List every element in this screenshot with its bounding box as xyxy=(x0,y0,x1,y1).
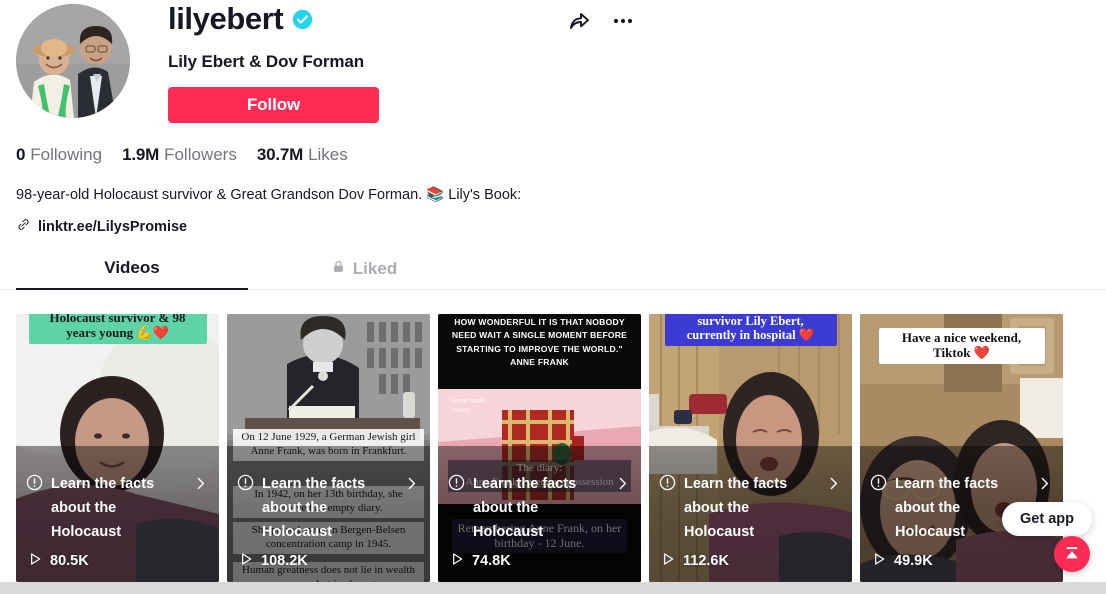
chevron-right-icon xyxy=(614,475,631,497)
play-triangle-icon xyxy=(660,551,676,571)
play-triangle-icon xyxy=(238,551,254,571)
stat-following[interactable]: 0 Following xyxy=(16,145,102,165)
scroll-to-top-button[interactable] xyxy=(1054,536,1090,572)
learn-facts-label: Learn the facts about the Holocaust xyxy=(895,476,999,540)
lock-icon xyxy=(331,259,346,279)
avatar[interactable] xyxy=(16,4,130,118)
follow-button[interactable]: Follow xyxy=(168,87,379,123)
learn-facts-label: Learn the facts about the Holocaust xyxy=(51,476,155,540)
learn-facts-banner[interactable]: Learn the facts about the Holocaust xyxy=(448,472,633,544)
stat-label: Followers xyxy=(164,145,237,164)
more-ellipsis-icon[interactable] xyxy=(610,8,636,34)
video-card[interactable]: survivor Lily Ebert, currently in hospit… xyxy=(649,314,852,582)
stat-value: 30.7M xyxy=(256,145,304,164)
stat-value: 1.9M xyxy=(122,145,160,164)
get-app-button[interactable]: Get app xyxy=(1002,502,1092,536)
info-circle-icon xyxy=(870,474,887,496)
thumbnail-caption: HOW WONDERFUL IT IS THAT NOBODY NEED WAI… xyxy=(451,317,628,367)
verified-check-icon xyxy=(292,9,313,30)
header-actions xyxy=(566,8,636,34)
tiktok-profile-page: lilyebert Lily Ebert & Dov Forman Follow xyxy=(0,0,1106,594)
learn-facts-banner[interactable]: Learn the facts about the Holocaust xyxy=(237,472,422,544)
view-count: 74.8K xyxy=(449,551,511,571)
view-count-value: 112.6K xyxy=(683,553,729,569)
bio-text: 98-year-old Holocaust survivor & Great G… xyxy=(16,187,522,203)
stat-value: 0 xyxy=(16,145,26,164)
profile-header: lilyebert Lily Ebert & Dov Forman Follow xyxy=(0,0,1106,123)
profile-link-text: linktr.ee/LilysPromise xyxy=(38,218,188,235)
display-name: Lily Ebert & Dov Forman xyxy=(168,52,365,71)
video-grid: Holocaust survivor & 98 years young 💪❤️ … xyxy=(16,314,1063,582)
thumbnail-caption: Have a nice weekend, Tiktok ❤️ xyxy=(878,328,1045,364)
link-chain-icon xyxy=(16,217,31,236)
stat-label: Following xyxy=(30,145,103,164)
info-circle-icon xyxy=(237,474,254,496)
learn-facts-label: Learn the facts about the Holocaust xyxy=(262,476,366,540)
video-card[interactable]: Have a nice weekend, Tiktok ❤️ Learn the… xyxy=(860,314,1063,582)
learn-facts-label: Learn the facts about the Holocaust xyxy=(473,476,577,540)
view-count: 80.5K xyxy=(27,551,89,571)
stat-likes[interactable]: 30.7M Likes xyxy=(257,145,348,165)
scroll-to-top-icon xyxy=(1062,543,1082,566)
view-count: 49.9K xyxy=(871,551,933,571)
chevron-right-icon xyxy=(403,475,420,497)
learn-facts-label: Learn the facts about the Holocaust xyxy=(684,476,788,540)
page-title: lilyebert xyxy=(168,1,284,36)
view-count: 112.6K xyxy=(660,551,729,571)
view-count: 108.2K xyxy=(238,551,308,571)
chevron-right-icon xyxy=(192,475,209,497)
stat-followers[interactable]: 1.9M Followers xyxy=(122,145,237,165)
view-count-value: 108.2K xyxy=(261,553,308,569)
chevron-right-icon xyxy=(825,475,842,497)
tab-liked-label: Liked xyxy=(352,258,398,278)
anne-frank-house-watermark: anne frank house xyxy=(452,398,486,414)
thumbnail-caption: Holocaust survivor & 98 years young 💪❤️ xyxy=(28,314,207,344)
stats-row: 0 Following 1.9M Followers 30.7M Likes xyxy=(0,145,1106,165)
info-circle-icon xyxy=(659,474,676,496)
stat-label: Likes xyxy=(308,145,348,164)
video-card[interactable]: Holocaust survivor & 98 years young 💪❤️ … xyxy=(16,314,219,582)
view-count-value: 80.5K xyxy=(50,553,89,569)
share-arrow-icon[interactable] xyxy=(566,8,592,34)
info-circle-icon xyxy=(26,474,43,496)
info-circle-icon xyxy=(448,474,465,496)
identity-block: lilyebert Lily Ebert & Dov Forman Follow xyxy=(16,0,1090,123)
thumbnail-caption: survivor Lily Ebert, currently in hospit… xyxy=(664,314,837,346)
tab-videos[interactable]: Videos xyxy=(16,258,248,290)
view-count-value: 74.8K xyxy=(472,553,511,569)
video-card[interactable]: HOW WONDERFUL IT IS THAT NOBODY NEED WAI… xyxy=(438,314,641,582)
profile-link[interactable]: linktr.ee/LilysPromise xyxy=(0,217,1106,236)
play-triangle-icon xyxy=(449,551,465,571)
view-count-value: 49.9K xyxy=(894,553,933,569)
learn-facts-banner[interactable]: Learn the facts about the Holocaust xyxy=(659,472,844,544)
thumbnail-caption: On 12 June 1929, a German Jewish girl An… xyxy=(233,429,424,461)
tab-liked[interactable]: Liked xyxy=(248,258,480,289)
play-triangle-icon xyxy=(27,551,43,571)
bottom-strip xyxy=(0,582,1106,594)
learn-facts-banner[interactable]: Learn the facts about the Holocaust xyxy=(26,472,211,544)
chevron-right-icon xyxy=(1036,475,1053,497)
profile-tabs: Videos Liked xyxy=(0,258,1106,290)
play-triangle-icon xyxy=(871,551,887,571)
video-card[interactable]: On 12 June 1929, a German Jewish girl An… xyxy=(227,314,430,582)
tab-videos-label: Videos xyxy=(104,258,160,277)
